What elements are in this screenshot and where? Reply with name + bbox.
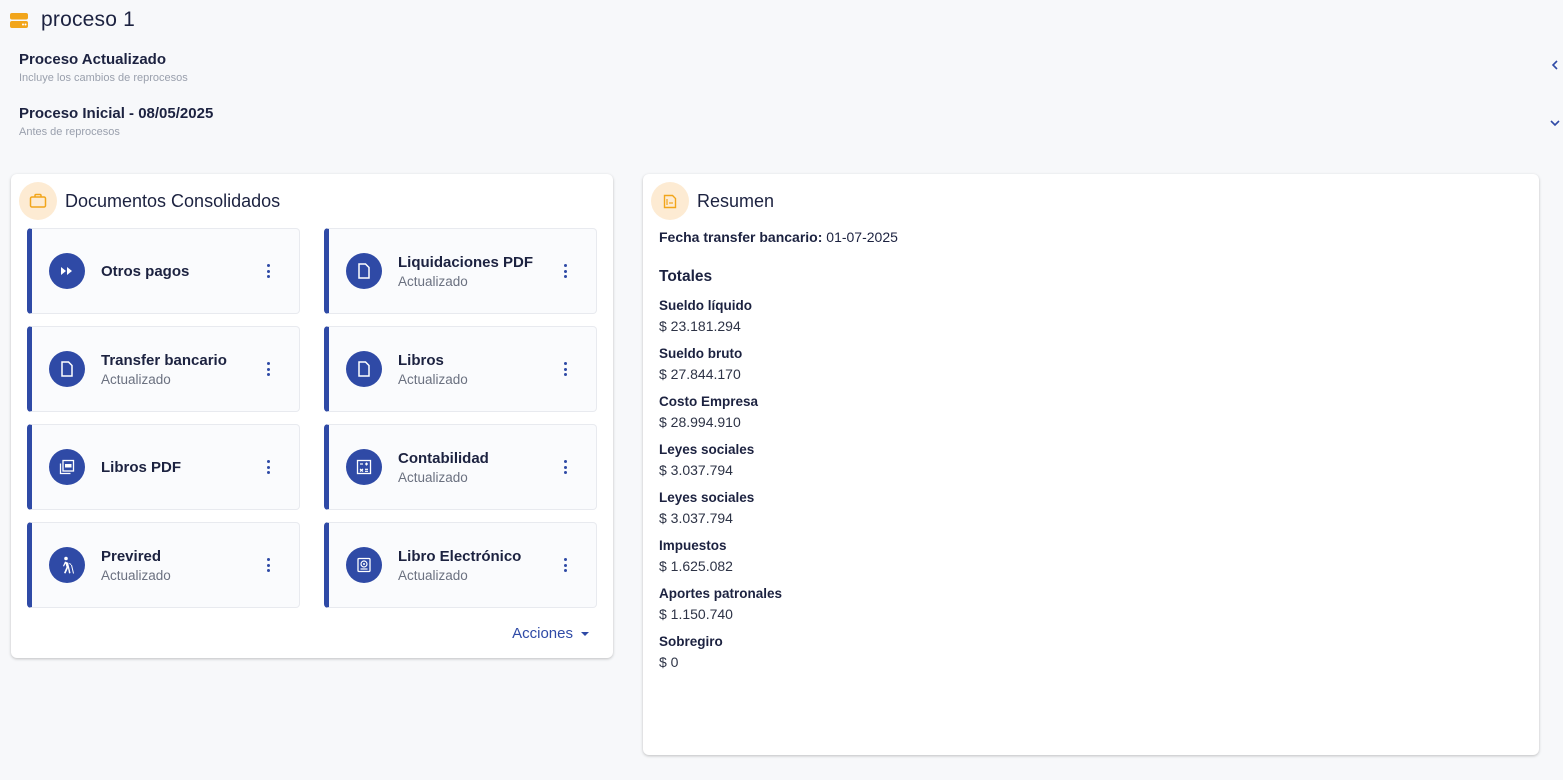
page-title: proceso 1	[41, 8, 136, 31]
doc-tile-contabilidad[interactable]: Contabilidad Actualizado	[324, 424, 597, 510]
total-item: Sueldo líquido $ 23.181.294	[659, 298, 1523, 334]
process-option-initial[interactable]: Proceso Inicial - 08/05/2025 Antes de re…	[19, 105, 1563, 138]
total-item: Costo Empresa $ 28.994.910	[659, 394, 1523, 430]
total-item: Sobregiro $ 0	[659, 634, 1523, 670]
total-label: Leyes sociales	[659, 442, 755, 457]
total-item: Sueldo bruto $ 27.844.170	[659, 346, 1523, 382]
doc-tile-status: Actualizado	[101, 371, 171, 387]
summary-card-header: Resumen	[651, 182, 774, 220]
transfer-date-value: 01-07-2025	[826, 229, 898, 245]
doc-tile-otros-pagos[interactable]: Otros pagos	[27, 228, 300, 314]
total-value: $ 3.037.794	[659, 462, 733, 478]
doc-tile-name: Libro Electrónico	[398, 547, 522, 565]
total-item: Leyes sociales $ 3.037.794	[659, 490, 1523, 526]
total-item: Impuestos $ 1.625.082	[659, 538, 1523, 574]
more-vert-icon[interactable]	[262, 458, 274, 476]
transfer-date: Fecha transfer bancario: 01-07-2025	[659, 229, 1523, 245]
total-label: Leyes sociales	[659, 490, 755, 505]
actions-label: Acciones	[512, 625, 573, 642]
drive-icon	[10, 12, 28, 28]
more-vert-icon[interactable]	[559, 262, 571, 280]
more-vert-icon[interactable]	[559, 458, 571, 476]
doc-tile-status: Actualizado	[398, 371, 468, 387]
doc-tile-name: Libros PDF	[101, 458, 182, 476]
doc-tile-status: Actualizado	[398, 567, 468, 583]
more-vert-icon[interactable]	[262, 556, 274, 574]
doc-tile-name: Libros	[398, 351, 444, 369]
more-vert-icon[interactable]	[262, 360, 274, 378]
doc-tile-libros-pdf[interactable]: Libros PDF	[27, 424, 300, 510]
more-vert-icon[interactable]	[559, 556, 571, 574]
file-icon	[346, 253, 382, 289]
total-label: Sobregiro	[659, 634, 723, 649]
total-label: Aportes patronales	[659, 586, 783, 601]
total-value: $ 0	[659, 654, 679, 670]
more-vert-icon[interactable]	[262, 262, 274, 280]
file-icon	[346, 351, 382, 387]
documents-card-header: Documentos Consolidados	[19, 182, 280, 220]
doc-tile-name: Otros pagos	[101, 262, 190, 280]
doc-tile-libros[interactable]: Libros Actualizado	[324, 326, 597, 412]
doc-tile-liquidaciones-pdf[interactable]: Liquidaciones PDF Actualizado	[324, 228, 597, 314]
total-item: Leyes sociales $ 3.037.794	[659, 442, 1523, 478]
process-option-subtitle: Incluye los cambios de reprocesos	[19, 72, 188, 84]
total-label: Sueldo bruto	[659, 346, 743, 361]
doc-tile-name: Contabilidad	[398, 449, 489, 467]
total-value: $ 1.150.740	[659, 606, 733, 622]
briefcase-icon	[19, 182, 57, 220]
doc-tile-status: Actualizado	[398, 273, 468, 289]
fast-forward-icon	[49, 253, 85, 289]
documents-card: Documentos Consolidados Otros pagos Liqu…	[11, 174, 613, 658]
actions-dropdown-button[interactable]: Acciones	[512, 625, 589, 642]
doc-tile-previred[interactable]: Previred Actualizado	[27, 522, 300, 608]
doc-tile-libro-electronico[interactable]: Libro Electrónico Actualizado	[324, 522, 597, 608]
summary-card-title: Resumen	[697, 190, 775, 211]
documents-card-title: Documentos Consolidados	[65, 190, 281, 211]
total-value: $ 27.844.170	[659, 366, 741, 382]
page-header: proceso 1	[10, 8, 135, 32]
doc-tile-transfer-bancario[interactable]: Transfer bancario Actualizado	[27, 326, 300, 412]
total-value: $ 3.037.794	[659, 510, 733, 526]
calculator-icon	[346, 449, 382, 485]
process-option-updated[interactable]: Proceso Actualizado Incluye los cambios …	[19, 51, 1563, 84]
total-item: Aportes patronales $ 1.150.740	[659, 586, 1523, 622]
transfer-date-label: Fecha transfer bancario:	[659, 229, 823, 245]
process-option-subtitle: Antes de reprocesos	[19, 126, 120, 138]
chevron-left-icon[interactable]	[1549, 59, 1561, 71]
process-option-title: Proceso Inicial - 08/05/2025	[19, 105, 214, 122]
person-walking-cane-icon	[49, 547, 85, 583]
doc-tile-status: Actualizado	[101, 567, 171, 583]
total-value: $ 23.181.294	[659, 318, 741, 334]
caret-down-icon	[581, 631, 589, 636]
total-label: Sueldo líquido	[659, 298, 752, 313]
receipt-icon	[651, 182, 689, 220]
totals-title: Totales	[659, 268, 713, 285]
doc-tile-name: Previred	[101, 547, 162, 565]
total-value: $ 28.994.910	[659, 414, 741, 430]
summary-card: Resumen Fecha transfer bancario: 01-07-2…	[643, 174, 1539, 755]
doc-tile-name: Transfer bancario	[101, 351, 227, 369]
total-value: $ 1.625.082	[659, 558, 733, 574]
doc-tile-status: Actualizado	[398, 469, 468, 485]
summary-body: Fecha transfer bancario: 01-07-2025 Tota…	[659, 229, 1523, 670]
process-option-title: Proceso Actualizado	[19, 51, 166, 68]
chevron-down-icon[interactable]	[1549, 117, 1561, 129]
file-icon	[49, 351, 85, 387]
ebook-icon	[346, 547, 382, 583]
pdf-icon	[49, 449, 85, 485]
total-label: Impuestos	[659, 538, 727, 553]
more-vert-icon[interactable]	[559, 360, 571, 378]
total-label: Costo Empresa	[659, 394, 759, 409]
doc-tile-name: Liquidaciones PDF	[398, 253, 534, 271]
